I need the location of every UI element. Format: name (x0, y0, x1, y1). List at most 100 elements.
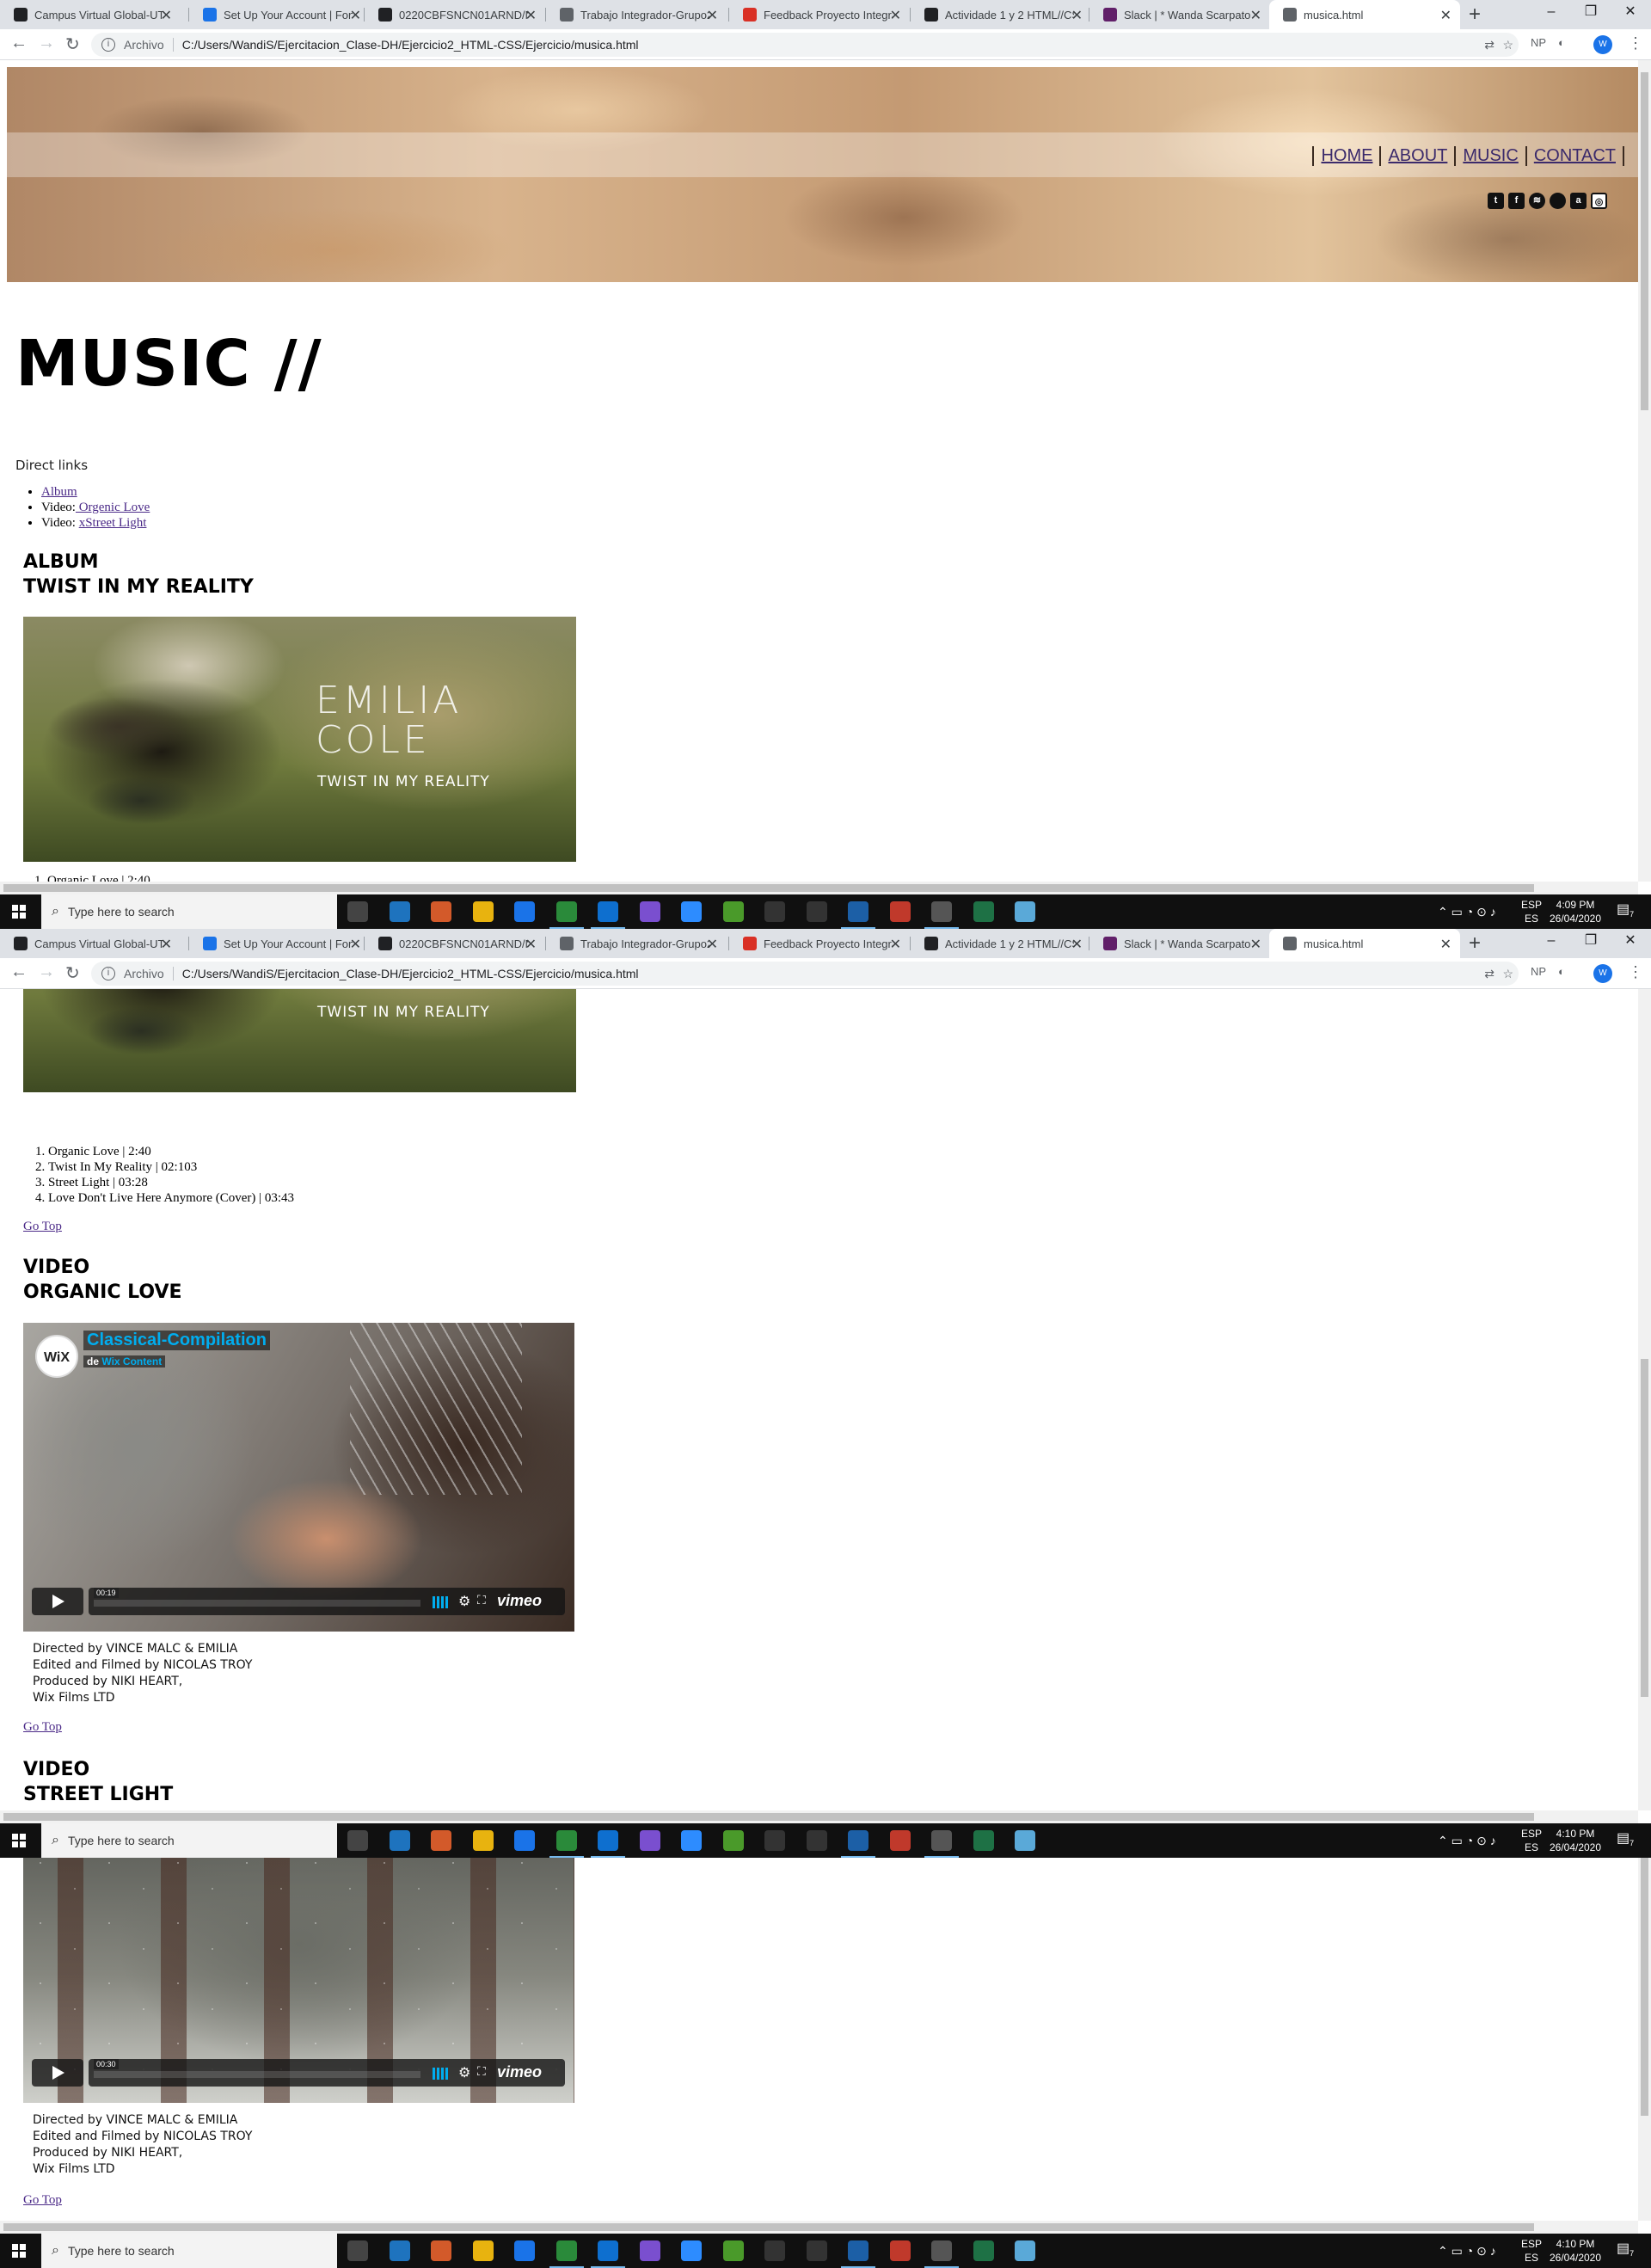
browser-tab[interactable]: Trabajo Integrador-Grupo2 ✕ (546, 0, 727, 29)
twitter-icon[interactable]: t (1488, 193, 1504, 209)
browser-tab[interactable]: Trabajo Integrador-Grupo2 ✕ (546, 929, 727, 958)
tab-close-icon[interactable]: ✕ (890, 7, 901, 24)
go-top-link[interactable]: Go Top (23, 1720, 62, 1735)
taskbar-app-icon[interactable] (389, 901, 410, 922)
tab-close-icon[interactable]: ✕ (350, 936, 361, 953)
extension-np-icon[interactable]: NP (1531, 36, 1546, 49)
nav-home-link[interactable]: HOME (1312, 146, 1379, 166)
video2-player[interactable]: WiX Snowfall de Wix Content 00:30 ⚙ ⛶ vi… (23, 1858, 574, 2103)
language-indicator[interactable]: ESP ES (1521, 898, 1542, 929)
progress-track[interactable]: 00:30 (94, 2059, 420, 2078)
url-text[interactable]: C:/Users/WandiS/Ejercitacion_Clase-DH/Ej… (182, 967, 639, 980)
taskbar-app-icon[interactable] (806, 1830, 827, 1851)
windows-start-icon[interactable] (12, 1834, 26, 1847)
taskbar-app-icon[interactable] (1015, 1830, 1035, 1851)
taskbar-app-icon[interactable] (764, 901, 785, 922)
browser-tab[interactable]: musica.html ✕ (1269, 0, 1460, 29)
facebook-icon[interactable]: f (1508, 193, 1525, 209)
nav-contact-link[interactable]: CONTACT (1525, 146, 1624, 166)
taskbar-app-icon[interactable] (389, 1830, 410, 1851)
taskbar-app-icon[interactable] (924, 901, 959, 929)
taskbar-app-icon[interactable] (549, 1830, 584, 1858)
minimize-button[interactable]: – (1531, 929, 1571, 955)
taskbar-app-icon[interactable] (549, 2240, 584, 2268)
clock[interactable]: 4:10 PM 26/04/2020 (1548, 1827, 1603, 1858)
taskbar-app-icon[interactable] (681, 901, 702, 922)
browser-tab[interactable]: 0220CBFSNCN01ARND/No...✕ (365, 929, 545, 958)
taskbar-app-icon[interactable] (973, 901, 994, 922)
windows-start-icon[interactable] (12, 905, 26, 919)
taskbar-app-icon[interactable] (639, 1830, 660, 1851)
restore-button[interactable]: ❐ (1571, 0, 1611, 26)
settings-gear-icon[interactable]: ⚙ (458, 2064, 470, 2081)
minimize-button[interactable]: – (1531, 0, 1571, 26)
tab-close-icon[interactable]: ✕ (1440, 7, 1452, 24)
instagram-icon[interactable]: ◎ (1591, 193, 1607, 209)
vertical-scrollbar[interactable] (1638, 989, 1651, 1810)
taskbar-app-icon[interactable] (347, 2240, 368, 2261)
browser-tab[interactable]: Slack | * Wanda Scarpato | ✕ (1089, 929, 1270, 958)
taskbar-app-icon[interactable] (889, 1830, 911, 1851)
browser-tab[interactable]: Feedback Proyecto Integrador✕ (729, 929, 910, 958)
tab-close-icon[interactable]: ✕ (525, 936, 537, 953)
play-button[interactable] (32, 2059, 83, 2087)
taskbar-app-icon[interactable] (841, 1830, 875, 1858)
taskbar-app-icon[interactable] (841, 2240, 875, 2268)
taskbar-app-icon[interactable] (681, 1830, 702, 1851)
taskbar-search[interactable]: ⌕ Type here to search (41, 1823, 337, 1858)
taskbar-app-icon[interactable] (431, 1830, 451, 1851)
taskbar-app-icon[interactable] (806, 901, 827, 922)
vimeo-logo[interactable]: vimeo (497, 2063, 542, 2081)
taskbar-app-icon[interactable] (639, 901, 660, 922)
taskbar-app-icon[interactable] (764, 2240, 785, 2261)
nav-music-link[interactable]: MUSIC (1454, 146, 1525, 166)
tab-close-icon[interactable]: ✕ (1250, 936, 1261, 953)
taskbar-app-icon[interactable] (347, 901, 368, 922)
horizontal-scrollbar[interactable] (0, 1810, 1638, 1823)
forward-button[interactable]: → (38, 34, 55, 53)
video-title-link[interactable]: Classical-Compilation (83, 1331, 270, 1350)
video1-player[interactable]: WiX Classical-Compilation de Wix Content… (23, 1323, 574, 1632)
taskbar-app-icon[interactable] (1015, 2240, 1035, 2261)
restore-button[interactable]: ❐ (1571, 929, 1611, 955)
address-bar[interactable]: i Archivo C:/Users/WandiS/Ejercitacion_C… (91, 33, 1519, 57)
tab-close-icon[interactable]: ✕ (161, 7, 172, 24)
windows-start-icon[interactable] (12, 2244, 26, 2258)
info-icon[interactable]: i (101, 967, 115, 980)
go-top-link[interactable]: Go Top (23, 1220, 62, 1234)
close-window-button[interactable]: ✕ (1611, 929, 1650, 955)
tab-close-icon[interactable]: ✕ (1250, 7, 1261, 24)
volume-icon[interactable] (433, 1596, 450, 1608)
tab-close-icon[interactable]: ✕ (350, 7, 361, 24)
taskbar-app-icon[interactable] (431, 901, 451, 922)
extension-puzzle-icon[interactable]: ◐ (1558, 965, 1565, 978)
new-tab-button[interactable]: + (1469, 3, 1481, 27)
vertical-scrollbar[interactable] (1638, 1858, 1651, 2221)
taskbar-app-icon[interactable] (764, 1830, 785, 1851)
info-icon[interactable]: i (101, 38, 115, 52)
clock[interactable]: 4:09 PM 26/04/2020 (1548, 898, 1603, 929)
tab-close-icon[interactable]: ✕ (1071, 7, 1083, 24)
settings-gear-icon[interactable]: ⚙ (458, 1593, 470, 1610)
taskbar-app-icon[interactable] (806, 2240, 827, 2261)
taskbar-app-icon[interactable] (514, 901, 535, 922)
back-button[interactable]: ← (10, 34, 28, 53)
extension-puzzle-icon[interactable]: ◐ (1558, 36, 1565, 49)
taskbar-app-icon[interactable] (889, 901, 911, 922)
taskbar-search[interactable]: ⌕ Type here to search (41, 2234, 337, 2268)
play-button[interactable] (32, 1588, 83, 1615)
taskbar-app-icon[interactable] (924, 1830, 959, 1858)
taskbar-app-icon[interactable] (841, 901, 875, 929)
taskbar-app-icon[interactable] (549, 901, 584, 929)
tab-close-icon[interactable]: ✕ (1071, 936, 1083, 953)
taskbar-app-icon[interactable] (514, 2240, 535, 2261)
horizontal-scrollbar[interactable] (0, 882, 1638, 894)
spotify-icon[interactable]: ≋ (1529, 193, 1545, 209)
notification-icon[interactable]: ▤7 (1617, 2242, 1634, 2268)
tab-close-icon[interactable]: ✕ (890, 936, 901, 953)
browser-tab[interactable]: musica.html ✕ (1269, 929, 1460, 958)
bookmark-star-icon[interactable]: ☆ (1502, 38, 1513, 52)
taskbar-app-icon[interactable] (472, 901, 494, 922)
browser-tab[interactable]: Actividade 1 y 2 HTML//CSS ✕ (911, 0, 1091, 29)
tab-close-icon[interactable]: ✕ (525, 7, 537, 24)
